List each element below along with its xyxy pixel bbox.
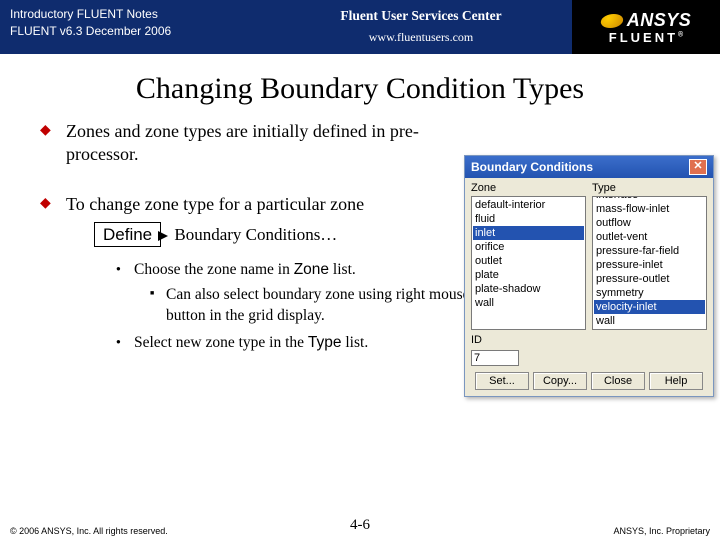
sub2-list: Can also select boundary zone using righ… [150,285,486,327]
type-label: Type [592,182,707,194]
sub-2: Select new zone type in the Type list. [116,333,486,354]
type-item[interactable]: symmetry [594,286,705,300]
footer-right: ANSYS, Inc. Proprietary [613,526,710,536]
copy-button[interactable]: Copy... [533,372,587,390]
zone-listbox[interactable]: default-interiorfluidinletorificeoutletp… [471,196,586,330]
zone-item[interactable]: plate-shadow [473,282,584,296]
close-button[interactable]: Close [591,372,645,390]
type-item[interactable]: pressure-inlet [594,258,705,272]
sub2-1: Can also select boundary zone using righ… [150,285,486,327]
zone-item[interactable]: inlet [473,226,584,240]
slide-title: Changing Boundary Condition Types [0,72,720,106]
ansys-logo: ANSYS [601,10,692,31]
type-item[interactable]: mass-flow-inlet [594,202,705,216]
dialog-buttons: Set...Copy...CloseHelp [471,372,707,390]
zone-label: Zone [471,182,586,194]
header-bar: Introductory FLUENT Notes FLUENT v6.3 De… [0,0,720,54]
footer-left: © 2006 ANSYS, Inc. All rights reserved. [10,526,168,536]
sub-1: Choose the zone name in Zone list. Can a… [116,260,486,327]
boundary-conditions-dialog: Boundary Conditions ✕ Zone default-inter… [464,155,714,397]
type-item[interactable]: pressure-far-field [594,244,705,258]
type-item[interactable]: pressure-outlet [594,272,705,286]
dialog-body: Zone default-interiorfluidinletorificeou… [465,178,713,396]
type-item[interactable]: wall [594,314,705,328]
fluent-logo: FLUENT® [609,31,683,44]
id-label: ID [471,334,482,346]
sub-list: Choose the zone name in Zone list. Can a… [116,260,486,354]
ansys-text: ANSYS [627,10,692,31]
define-menu: Define [94,222,161,247]
zone-item[interactable]: fluid [473,212,584,226]
dialog-title-text: Boundary Conditions [471,160,593,174]
service-center-title: Fluent User Services Center [280,8,562,24]
type-item[interactable]: velocity-inlet [594,300,705,314]
service-center-url: www.fluentusers.com [280,30,562,45]
dialog-titlebar[interactable]: Boundary Conditions ✕ [465,156,713,178]
swoosh-icon [599,14,625,28]
help-button[interactable]: Help [649,372,703,390]
notes-line1: Introductory FLUENT Notes [10,6,260,23]
bullet-list: Zones and zone types are initially defin… [40,120,440,354]
id-input[interactable]: 7 [471,350,519,366]
zone-item[interactable]: plate [473,268,584,282]
page-number: 4-6 [350,517,370,534]
notes-line2: FLUENT v6.3 December 2006 [10,23,260,40]
type-item[interactable]: outflow [594,216,705,230]
bullet-1: Zones and zone types are initially defin… [40,120,440,167]
logo-block: ANSYS FLUENT® [572,0,720,54]
header-notes: Introductory FLUENT Notes FLUENT v6.3 De… [0,0,270,54]
header-center: Fluent User Services Center www.fluentus… [270,0,572,54]
zone-item[interactable]: default-interior [473,198,584,212]
type-listbox[interactable]: inlet-ventintake-faninterfacemass-flow-i… [592,196,707,330]
zone-item[interactable]: orifice [473,240,584,254]
set-button[interactable]: Set... [475,372,529,390]
close-icon[interactable]: ✕ [689,159,707,175]
type-item[interactable]: outlet-vent [594,230,705,244]
menu-path: Define Boundary Conditions… [94,224,440,246]
zone-item[interactable]: outlet [473,254,584,268]
zone-item[interactable]: wall [473,296,584,310]
id-row: ID [471,334,707,346]
bullet-2: To change zone type for a particular zon… [40,193,440,354]
bc-menu-item: Boundary Conditions… [174,225,337,244]
footer: © 2006 ANSYS, Inc. All rights reserved. … [0,526,720,536]
